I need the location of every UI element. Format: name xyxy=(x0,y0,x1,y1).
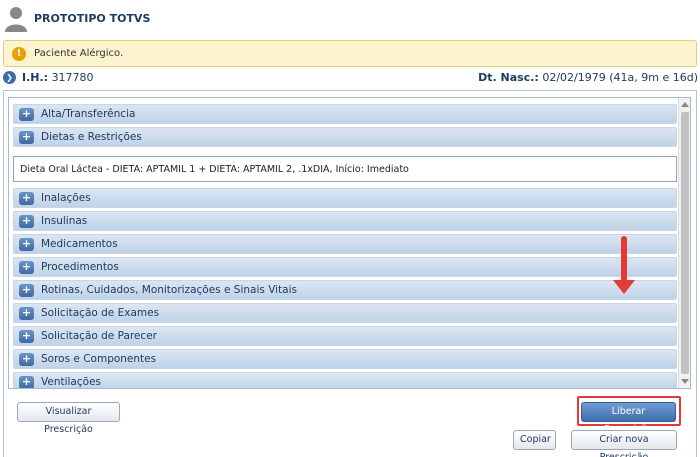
expand-plus-icon[interactable]: + xyxy=(19,330,34,343)
section-solicitacao-exames[interactable]: + Solicitação de Exames xyxy=(13,303,677,323)
vertical-scrollbar[interactable] xyxy=(678,98,690,388)
section-label: Soros e Componentes xyxy=(41,353,157,365)
alert-text: Paciente Alérgico. xyxy=(34,48,124,59)
expand-plus-icon[interactable]: + xyxy=(19,261,34,274)
section-inalacoes[interactable]: + Inalações xyxy=(13,188,677,208)
diet-detail-item[interactable]: Dieta Oral Láctea - DIETA: APTAMIL 1 + D… xyxy=(13,156,677,182)
section-label: Solicitação de Exames xyxy=(41,307,160,319)
scroll-thumb[interactable] xyxy=(681,112,689,374)
patient-info-bar: ❯ I.H.: 317780 Dt. Nasc.: 02/02/1979 (41… xyxy=(0,70,700,86)
section-ventilacoes[interactable]: + Ventilações xyxy=(13,372,677,388)
expand-plus-icon[interactable]: + xyxy=(19,215,34,228)
expand-plus-icon[interactable]: + xyxy=(19,376,34,388)
section-dietas-restricoes[interactable]: + Dietas e Restrições xyxy=(13,127,677,147)
new-prescription-button[interactable]: Criar nova Prescrição xyxy=(571,430,677,457)
section-label: Rotinas, Cuidados, Monitorizações e Sina… xyxy=(41,284,297,296)
diet-detail-text: Dieta Oral Láctea - DIETA: APTAMIL 1 + D… xyxy=(20,164,409,175)
prescription-panel: + Alta/Transferência + Dietas e Restriçõ… xyxy=(3,90,697,457)
header: PROTOTIPO TOTVS xyxy=(0,0,700,38)
expand-plus-icon[interactable]: + xyxy=(19,192,34,205)
scroll-down-arrow-icon[interactable] xyxy=(681,379,689,384)
annotation-arrow-icon xyxy=(621,236,627,284)
section-label: Alta/Transferência xyxy=(41,108,136,120)
section-solicitacao-parecer[interactable]: + Solicitação de Parecer xyxy=(13,326,677,346)
section-label: Dietas e Restrições xyxy=(41,131,142,143)
expand-plus-icon[interactable]: + xyxy=(19,353,34,366)
birth-date: Dt. Nasc.: 02/02/1979 (41a, 9m e 16d) xyxy=(478,71,698,84)
dob-value: 02/02/1979 (41a, 9m e 16d) xyxy=(542,71,698,84)
user-avatar-icon xyxy=(5,7,27,32)
expand-plus-icon[interactable]: + xyxy=(19,284,34,297)
expand-plus-icon[interactable]: + xyxy=(19,131,34,144)
chevron-down-icon[interactable]: ❯ xyxy=(3,71,16,84)
prescription-sections-list: + Alta/Transferência + Dietas e Restriçõ… xyxy=(8,97,691,389)
section-label: Medicamentos xyxy=(41,238,118,250)
expand-plus-icon[interactable]: + xyxy=(19,108,34,121)
expand-plus-icon[interactable]: + xyxy=(19,238,34,251)
section-label: Solicitação de Parecer xyxy=(41,330,157,342)
exclamation-icon: ! xyxy=(12,47,26,61)
section-rotinas[interactable]: + Rotinas, Cuidados, Monitorizações e Si… xyxy=(13,280,677,300)
expand-plus-icon[interactable]: + xyxy=(19,307,34,320)
release-prescription-button[interactable]: Liberar Prescrição xyxy=(581,402,676,435)
section-label: Procedimentos xyxy=(41,261,119,273)
section-soros-componentes[interactable]: + Soros e Componentes xyxy=(13,349,677,369)
allergy-alert: ! Paciente Alérgico. xyxy=(3,40,697,67)
dob-label: Dt. Nasc.: xyxy=(478,71,539,84)
admission-id: I.H.: 317780 xyxy=(22,71,94,84)
view-prescription-button[interactable]: Visualizar Prescrição xyxy=(17,402,120,435)
section-label: Inalações xyxy=(41,192,91,204)
section-medicamentos[interactable]: + Medicamentos xyxy=(13,234,677,254)
app-title: PROTOTIPO TOTVS xyxy=(34,12,151,25)
annotation-arrow-head-icon xyxy=(613,280,635,294)
copy-button[interactable]: Copiar xyxy=(513,430,556,450)
section-label: Insulinas xyxy=(41,215,88,227)
ih-value: 317780 xyxy=(51,71,94,84)
section-insulinas[interactable]: + Insulinas xyxy=(13,211,677,231)
scroll-up-arrow-icon[interactable] xyxy=(681,102,689,107)
ih-label: I.H.: xyxy=(22,71,49,84)
section-label: Ventilações xyxy=(41,376,101,388)
section-alta-transferencia[interactable]: + Alta/Transferência xyxy=(13,104,677,124)
section-procedimentos[interactable]: + Procedimentos xyxy=(13,257,677,277)
